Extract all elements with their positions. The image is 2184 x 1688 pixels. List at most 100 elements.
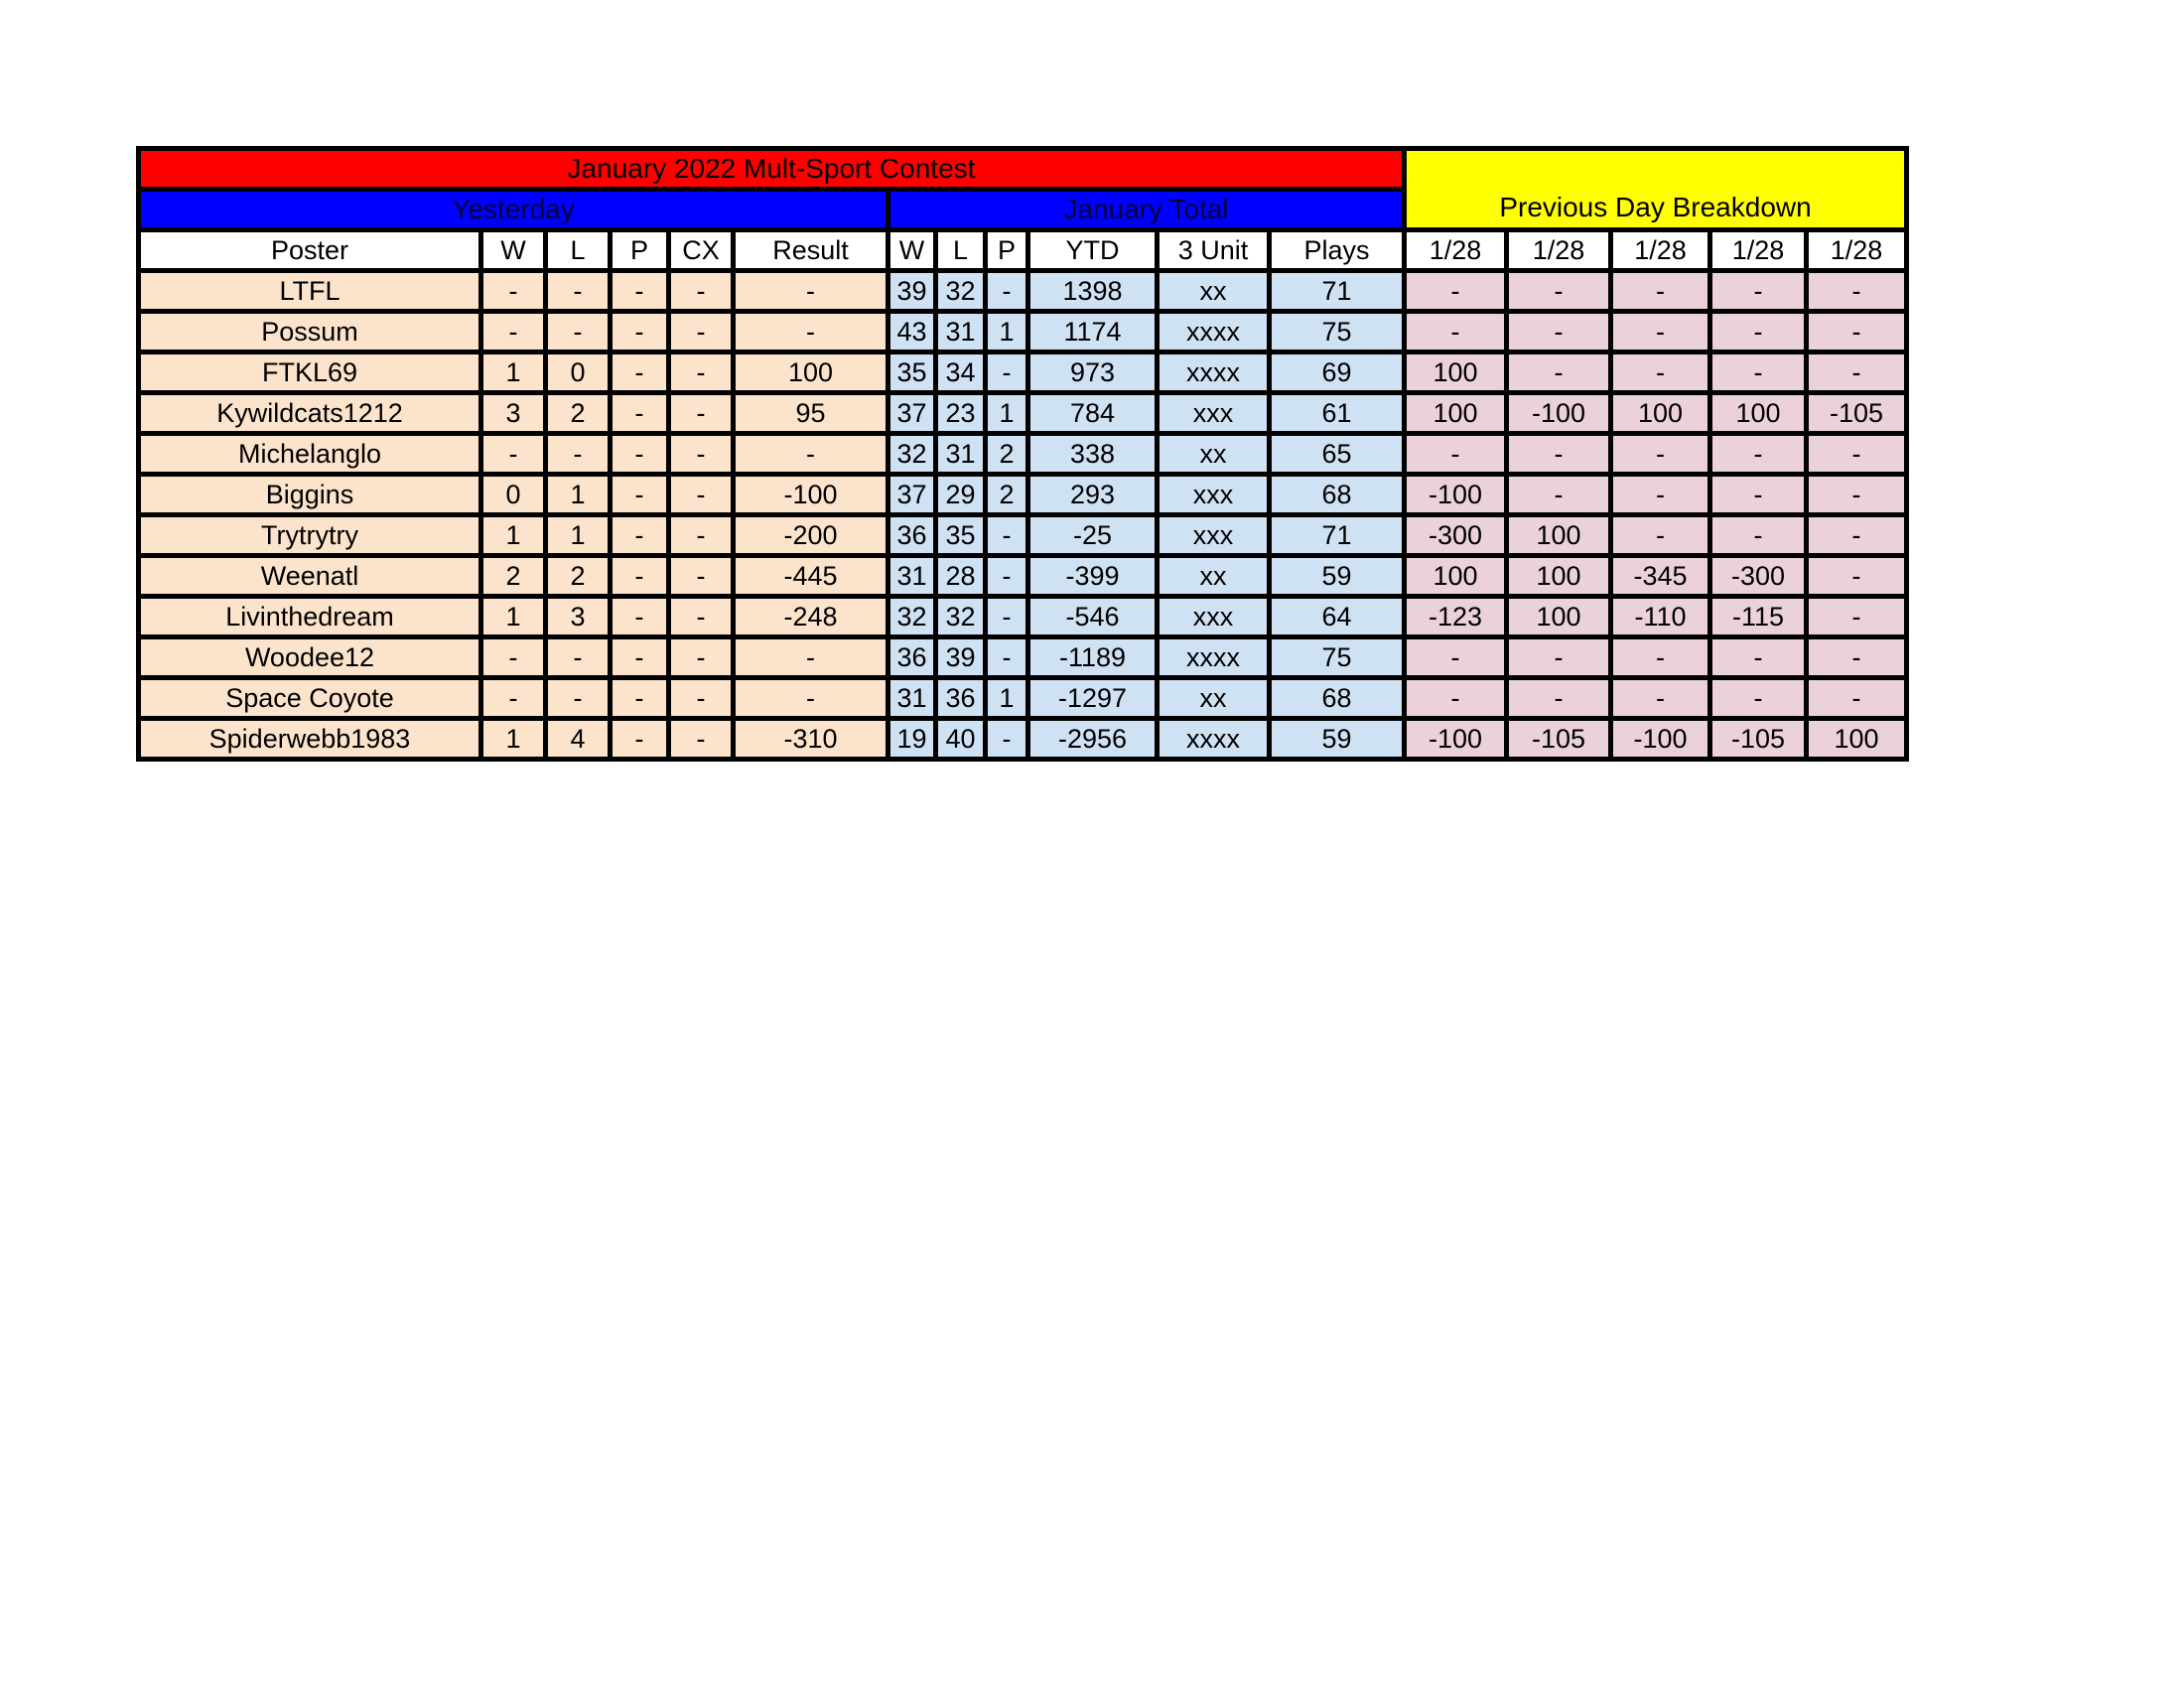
yesterday-result-cell: -: [731, 309, 890, 354]
ytd-cell: 1174: [1025, 309, 1160, 354]
january-p-cell: -: [983, 512, 1030, 558]
breakdown-4-cell: -: [1707, 350, 1809, 395]
yesterday-w-cell: -: [478, 309, 548, 354]
contest-title: January 2022 Mult-Sport Contest: [136, 146, 1407, 192]
ytd-cell: -1189: [1025, 634, 1160, 680]
plays-cell: 68: [1267, 472, 1407, 517]
yesterday-cx-cell: -: [666, 390, 736, 436]
breakdown-1-cell: -: [1402, 675, 1509, 721]
ytd-cell: 338: [1025, 431, 1160, 477]
january-l-cell: 23: [933, 390, 988, 436]
3-unit-cell: xxx: [1155, 594, 1272, 639]
yesterday-w-cell: -: [478, 634, 548, 680]
breakdown-4-cell: -: [1707, 675, 1809, 721]
breakdown-2-cell: -: [1504, 634, 1613, 680]
breakdown-2-cell: 100: [1504, 553, 1613, 599]
yesterday-cx-cell: -: [666, 634, 736, 680]
table-row: Michelanglo - - - - -32 31 2 338 xx 65- - - - -: [136, 431, 1909, 477]
january-w-cell: 39: [886, 268, 938, 314]
ytd-cell: -399: [1025, 553, 1160, 599]
yesterday-l-cell: 4: [543, 716, 613, 762]
january-w-cell: 37: [886, 390, 938, 436]
yesterday-w-cell: -: [478, 268, 548, 314]
poster-name-cell: Livinthedream: [136, 594, 483, 639]
breakdown-2-cell: -100: [1504, 390, 1613, 436]
column-header-yesterday-p: P: [608, 227, 671, 273]
breakdown-1-cell: -300: [1402, 512, 1509, 558]
january-p-cell: 2: [983, 431, 1030, 477]
breakdown-5-cell: -: [1804, 472, 1909, 517]
breakdown-4-cell: -: [1707, 431, 1809, 477]
poster-name-cell: LTFL: [136, 268, 483, 314]
breakdown-1-cell: -: [1402, 268, 1509, 314]
poster-name-cell: Spiderwebb1983: [136, 716, 483, 762]
yesterday-result-cell: -: [731, 431, 890, 477]
breakdown-3-cell: -: [1608, 350, 1712, 395]
column-header-breakdown-5: 1/28: [1804, 227, 1909, 273]
january-w-cell: 37: [886, 472, 938, 517]
breakdown-2-cell: 100: [1504, 594, 1613, 639]
column-header-yesterday-cx: CX: [666, 227, 736, 273]
yesterday-result-cell: -: [731, 268, 890, 314]
january-p-cell: -: [983, 350, 1030, 395]
ytd-cell: -2956: [1025, 716, 1160, 762]
breakdown-5-cell: -: [1804, 268, 1909, 314]
breakdown-5-cell: -: [1804, 675, 1909, 721]
yesterday-result-cell: -100: [731, 472, 890, 517]
poster-name-cell: Kywildcats1212: [136, 390, 483, 436]
plays-cell: 64: [1267, 594, 1407, 639]
ytd-cell: -546: [1025, 594, 1160, 639]
breakdown-1-cell: 100: [1402, 390, 1509, 436]
column-header-breakdown-1: 1/28: [1402, 227, 1509, 273]
breakdown-2-cell: -: [1504, 268, 1613, 314]
3-unit-cell: xx: [1155, 431, 1272, 477]
3-unit-cell: xxx: [1155, 472, 1272, 517]
yesterday-cx-cell: -: [666, 309, 736, 354]
yesterday-result-cell: 100: [731, 350, 890, 395]
yesterday-cx-cell: -: [666, 472, 736, 517]
yesterday-p-cell: -: [608, 634, 671, 680]
title-row: January 2022 Mult-Sport Contest Previous…: [136, 146, 1909, 232]
plays-cell: 59: [1267, 716, 1407, 762]
yesterday-p-cell: -: [608, 390, 671, 436]
yesterday-result-cell: 95: [731, 390, 890, 436]
contest-standings-table: January 2022 Mult-Sport Contest Previous…: [136, 146, 1909, 762]
january-p-cell: -: [983, 634, 1030, 680]
breakdown-4-cell: -300: [1707, 553, 1809, 599]
column-header-plays: Plays: [1267, 227, 1407, 273]
breakdown-2-cell: -: [1504, 675, 1613, 721]
yesterday-w-cell: 2: [478, 553, 548, 599]
breakdown-2-cell: -: [1504, 431, 1613, 477]
yesterday-cx-cell: -: [666, 716, 736, 762]
yesterday-result-cell: -: [731, 675, 890, 721]
plays-cell: 68: [1267, 675, 1407, 721]
breakdown-4-cell: -115: [1707, 594, 1809, 639]
ytd-cell: 293: [1025, 472, 1160, 517]
table-row: Weenatl 2 2- - -445 31 28- -399 xx 59 100 100 -345 -3…: [136, 553, 1909, 599]
breakdown-1-cell: -: [1402, 431, 1509, 477]
yesterday-result-cell: -200: [731, 512, 890, 558]
january-w-cell: 35: [886, 350, 938, 395]
poster-name-cell: FTKL69: [136, 350, 483, 395]
table-row: Possum - - - - -43 31 1 1174 xxxx 75- - - - -: [136, 309, 1909, 354]
breakdown-3-cell: -: [1608, 268, 1712, 314]
breakdown-5-cell: -: [1804, 431, 1909, 477]
3-unit-cell: xx: [1155, 553, 1272, 599]
breakdown-4-cell: 100: [1707, 390, 1809, 436]
january-total-group-header: January Total: [886, 187, 1407, 232]
breakdown-1-cell: -100: [1402, 472, 1509, 517]
poster-name-cell: Woodee12: [136, 634, 483, 680]
plays-cell: 61: [1267, 390, 1407, 436]
column-header-yesterday-result: Result: [731, 227, 890, 273]
table-row: FTKL69 1 0- -100 35 34-973 xxxx 69 100- - - -: [136, 350, 1909, 395]
poster-name-cell: Biggins: [136, 472, 483, 517]
january-p-cell: 1: [983, 309, 1030, 354]
3-unit-cell: xx: [1155, 675, 1272, 721]
january-w-cell: 32: [886, 594, 938, 639]
yesterday-w-cell: 1: [478, 512, 548, 558]
breakdown-5-cell: -: [1804, 594, 1909, 639]
plays-cell: 75: [1267, 634, 1407, 680]
table-row: Space Coyote - - - - -31 36 1 -1297 xx 68- - - - -: [136, 675, 1909, 721]
breakdown-3-cell: -: [1608, 675, 1712, 721]
column-header-3-unit: 3 Unit: [1155, 227, 1272, 273]
